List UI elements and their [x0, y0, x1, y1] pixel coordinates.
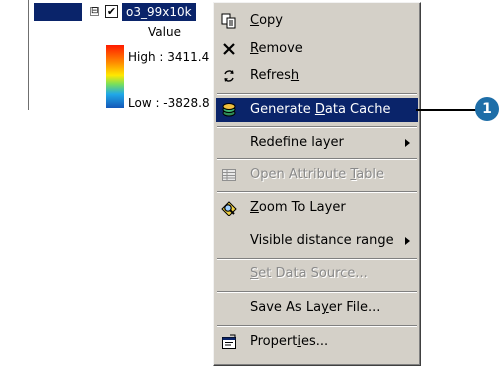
legend-high-label: High : 3411.4 [128, 50, 210, 64]
menu-item-generate-data-cache[interactable]: Generate Data Cache [216, 98, 418, 122]
menu-item-zoom-to-layer[interactable]: Zoom To Layer [216, 196, 418, 220]
parent-selection-bar[interactable] [34, 3, 82, 21]
callout-line [416, 109, 482, 111]
properties-icon [221, 334, 237, 350]
menu-item-set-data-source: Set Data Source... [250, 266, 368, 281]
refresh-icon [221, 68, 237, 84]
color-ramp [106, 45, 124, 108]
menu-separator [217, 93, 417, 95]
data-cache-icon [221, 102, 237, 118]
copy-icon [221, 13, 237, 29]
zoom-to-layer-icon [221, 200, 237, 217]
menu-item-redefine-layer[interactable]: Redefine layer [216, 131, 418, 155]
menu-separator [217, 325, 417, 327]
tree-line [28, 0, 29, 110]
table-icon [221, 167, 237, 183]
menu-separator [217, 291, 417, 293]
menu-separator [217, 158, 417, 160]
menu-item-save-as-layer-file[interactable]: Save As Layer File... [216, 296, 418, 320]
submenu-arrow-icon [405, 139, 410, 147]
menu-separator [217, 126, 417, 128]
callout-number-badge: 1 [475, 97, 499, 121]
collapse-icon[interactable]: ⊟ [90, 7, 99, 16]
layer-visibility-checkbox[interactable]: ✔ [105, 5, 118, 18]
remove-x-icon [221, 41, 237, 57]
menu-item-open-attribute-table: Open Attribute Table [216, 163, 418, 187]
menu-separator [217, 191, 417, 193]
submenu-arrow-icon [405, 237, 410, 245]
menu-item-copy[interactable]: Copy [216, 9, 418, 33]
layer-name[interactable]: o3_99x10k [122, 3, 196, 21]
table-of-contents: ⊟ ✔ o3_99x10k Value High : 3411.4 Low : … [0, 0, 230, 130]
menu-item-properties[interactable]: Properties... [216, 330, 418, 354]
legend-heading: Value [148, 25, 181, 39]
menu-item-refresh[interactable]: Refresh [216, 64, 418, 88]
menu-item-visible-distance-range[interactable]: Visible distance range [216, 229, 418, 253]
menu-item-remove[interactable]: Remove [216, 37, 418, 61]
context-menu: Copy Remove Refresh Generate Data Cache … [213, 2, 421, 366]
menu-separator [217, 258, 417, 260]
legend-low-label: Low : -3828.8 [128, 96, 210, 110]
